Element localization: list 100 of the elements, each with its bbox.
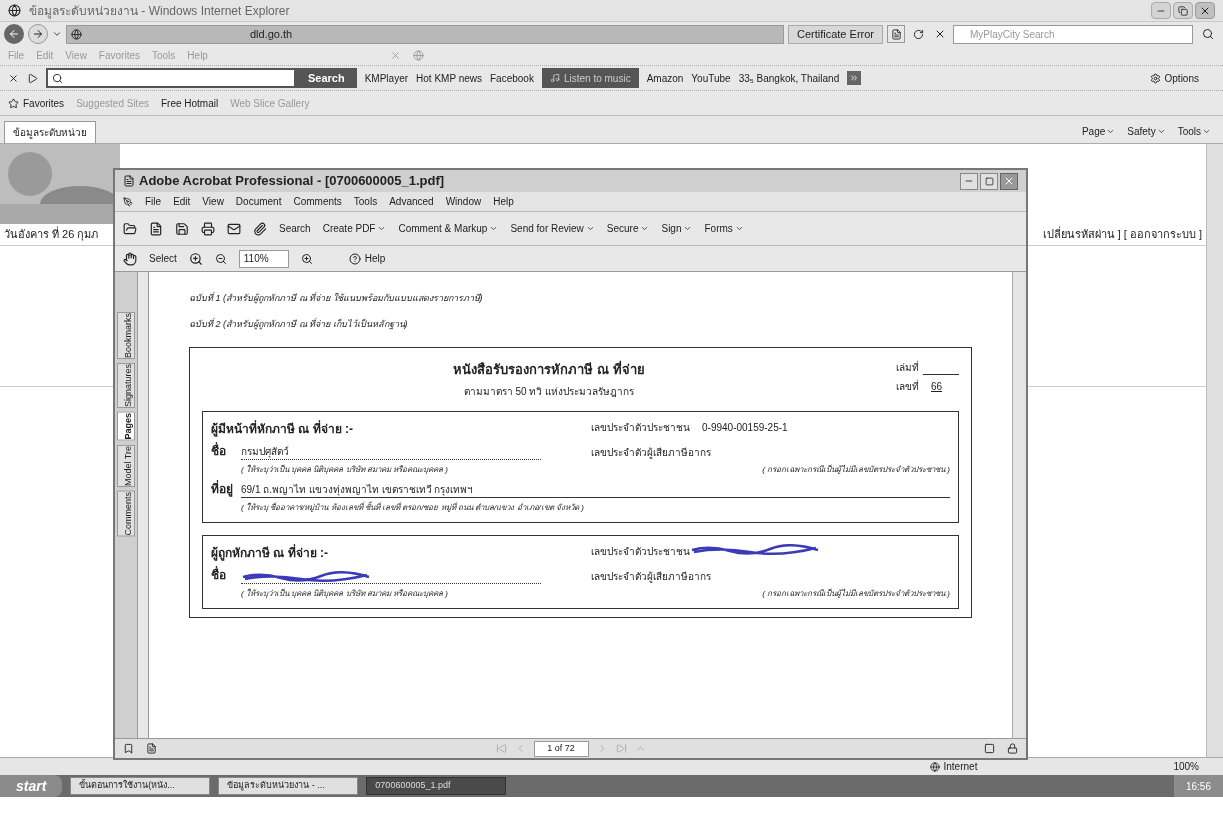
music-player-button[interactable]: Listen to music bbox=[541, 68, 639, 88]
page-field[interactable]: 1 of 72 bbox=[533, 740, 589, 757]
command-label: Page bbox=[1081, 125, 1106, 139]
command-button[interactable]: Page bbox=[1081, 124, 1116, 139]
command-button[interactable]: Safety bbox=[1127, 124, 1166, 139]
toolbar-button[interactable]: Create PDF bbox=[322, 221, 387, 236]
taskbar-button[interactable]: 0700600005_1.pdf bbox=[366, 777, 507, 795]
search-field[interactable]: MyPlayCity Search bbox=[953, 24, 1193, 44]
toolbar-search-button[interactable]: Search bbox=[296, 68, 357, 88]
window-title: Adobe Acrobat Professional - [0700600005_1.pdf] bbox=[139, 172, 445, 191]
menu-item[interactable]: Document bbox=[235, 194, 282, 209]
zoom-out-icon[interactable] bbox=[214, 252, 227, 265]
menu-item[interactable]: File bbox=[145, 194, 162, 209]
address-text: dld.go.th bbox=[250, 26, 293, 42]
nav-tab[interactable]: Signatures bbox=[117, 363, 135, 409]
favorites-button[interactable]: Favorites bbox=[8, 95, 65, 111]
toolbar-button[interactable]: Send for Review bbox=[510, 221, 595, 236]
minimize-button[interactable] bbox=[1151, 2, 1171, 19]
maximize-button[interactable] bbox=[1173, 2, 1193, 19]
address-field[interactable]: dld.go.th bbox=[66, 24, 784, 44]
form-subtitle: ตามมาตรา 50 ทวิ แห่งประมวลรัษฎากร bbox=[463, 384, 635, 399]
more-button[interactable] bbox=[847, 71, 862, 85]
zoom-in-icon[interactable] bbox=[188, 251, 203, 266]
document-icon[interactable] bbox=[149, 221, 163, 236]
help-button[interactable]: Help bbox=[348, 251, 386, 266]
certificate-error-button[interactable]: Certificate Error bbox=[787, 24, 883, 44]
options-button[interactable]: Options bbox=[1149, 70, 1199, 86]
toolbar-button[interactable]: Comment & Markup bbox=[398, 221, 499, 236]
menu-item[interactable]: Comments bbox=[293, 194, 342, 209]
back-button[interactable] bbox=[4, 24, 24, 44]
close-icon[interactable] bbox=[8, 72, 19, 84]
caret-icon bbox=[1106, 127, 1116, 136]
maximize-button[interactable] bbox=[980, 172, 998, 190]
favorites-link[interactable]: Free Hotmail bbox=[160, 95, 219, 111]
zoom-text[interactable]: 100% bbox=[1173, 759, 1199, 774]
select-tool-button[interactable]: Select bbox=[149, 251, 177, 266]
toolbar-link[interactable]: Amazon bbox=[646, 70, 684, 86]
lock-icon[interactable] bbox=[1007, 743, 1018, 754]
book-label: เล่มที่ bbox=[896, 360, 919, 375]
scrollbar[interactable] bbox=[1012, 272, 1026, 738]
compatibility-button[interactable] bbox=[887, 25, 905, 43]
zoom-field[interactable]: 110% bbox=[238, 249, 289, 268]
field-label: เลขประจำตัวประชาชน bbox=[591, 544, 690, 559]
taskbar-button[interactable]: ขั้นตอนการใช้งาน(หนัง... bbox=[70, 777, 211, 795]
caret-icon[interactable] bbox=[52, 29, 62, 39]
print-icon[interactable] bbox=[201, 221, 215, 236]
player-icon[interactable] bbox=[27, 72, 38, 84]
music-icon bbox=[549, 73, 560, 83]
toolbar-button[interactable]: Forms bbox=[704, 221, 744, 236]
taskbar-button[interactable]: ข้อมูลระดับหน่วยงาน - ... bbox=[218, 777, 359, 795]
id-value: 0-9940-00159-25-1 bbox=[702, 420, 788, 435]
menu-item[interactable]: Window bbox=[445, 194, 482, 209]
browser-tab[interactable]: ข้อมูลระดับหน่วย bbox=[4, 121, 96, 143]
command-button[interactable]: Tools bbox=[1177, 124, 1211, 139]
star-icon bbox=[8, 97, 19, 109]
scrollbar[interactable] bbox=[1206, 144, 1223, 757]
nav-tab[interactable]: Model Tre bbox=[117, 444, 135, 487]
toolbar-link[interactable]: Facebook bbox=[490, 70, 534, 86]
forward-button[interactable] bbox=[28, 24, 48, 44]
save-icon[interactable] bbox=[175, 221, 189, 236]
toolbar-button[interactable]: Sign bbox=[661, 221, 693, 236]
menu-item[interactable]: View bbox=[202, 194, 224, 209]
restore-icon bbox=[1178, 5, 1188, 16]
toolbar-link[interactable]: 33₅ Bangkok, Thailand bbox=[738, 70, 840, 86]
help-label: Help bbox=[364, 252, 386, 266]
menu-item[interactable]: Edit bbox=[173, 194, 191, 209]
toolbar-label: Sign bbox=[661, 222, 682, 236]
toolbar-link[interactable]: Hot KMP news bbox=[416, 70, 482, 86]
section-heading: ผู้มีหน้าที่หักภาษี ณ ที่จ่าย :- bbox=[211, 419, 354, 438]
single-page-icon[interactable] bbox=[984, 743, 995, 754]
nav-tab[interactable]: Pages bbox=[117, 412, 135, 441]
paperclip-icon[interactable] bbox=[253, 221, 267, 236]
toolbar-button[interactable]: Search bbox=[279, 221, 311, 236]
toolbar-search-field[interactable] bbox=[46, 68, 296, 88]
nav-tab[interactable]: Bookmarks bbox=[117, 312, 135, 359]
folder-icon[interactable] bbox=[123, 221, 137, 236]
account-links[interactable]: เปลี่ยนรหัสผ่าน ] [ ออกจากระบบ ] bbox=[1042, 226, 1202, 243]
hand-icon[interactable] bbox=[123, 251, 137, 266]
menu-item[interactable]: Advanced bbox=[389, 194, 434, 209]
close-button[interactable] bbox=[1000, 172, 1018, 190]
toolbar-link[interactable]: KMPlayer bbox=[364, 70, 409, 86]
toolbar-label: Secure bbox=[606, 222, 639, 236]
bookmark-icon[interactable] bbox=[123, 743, 134, 754]
menu-item[interactable]: Help bbox=[493, 194, 514, 209]
toolbar-link[interactable]: YouTube bbox=[691, 70, 731, 86]
caret-icon bbox=[1156, 127, 1166, 136]
forward-arrow-icon bbox=[32, 28, 44, 40]
toolbar-button[interactable]: Secure bbox=[606, 221, 650, 236]
form-title: หนังสือรับรองการหักภาษี ณ ที่จ่าย bbox=[453, 360, 645, 379]
toolbar-label: Comment & Markup bbox=[398, 222, 488, 236]
minimize-button[interactable] bbox=[960, 172, 978, 190]
copy-note: ฉบับที่ 2 (สำหรับผู้ถูกหักภาษี ณ ที่จ่าย เก็บไว้เป็นหลักฐาน) bbox=[189, 317, 409, 331]
search-icon bbox=[1202, 28, 1214, 40]
search-icon bbox=[52, 72, 63, 84]
email-icon[interactable] bbox=[227, 221, 241, 236]
caret-icon bbox=[585, 224, 595, 233]
nav-tab[interactable]: Comments bbox=[117, 490, 135, 537]
menu-item[interactable]: Tools bbox=[353, 194, 378, 209]
close-button[interactable] bbox=[1195, 2, 1215, 19]
zoom-in-icon[interactable] bbox=[300, 252, 313, 265]
